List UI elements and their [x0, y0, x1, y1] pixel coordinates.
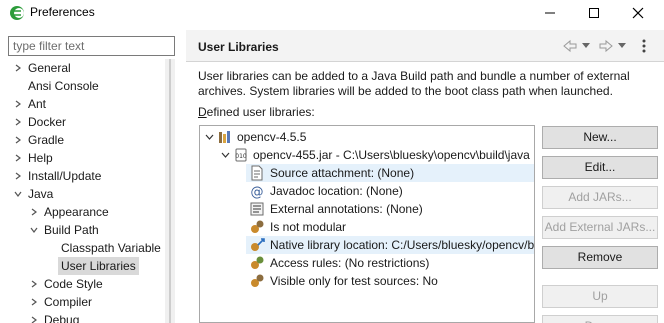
nav-item-label: Appearance — [44, 205, 109, 219]
filter-input[interactable] — [8, 36, 175, 56]
forward-menu-button[interactable] — [618, 37, 626, 55]
nav-item-label: Debug — [44, 313, 80, 323]
chevron-right-icon[interactable] — [12, 149, 24, 167]
user-libraries-tree[interactable]: opencv-4.5.5 010 opencv-455.jar - C:\Use… — [199, 125, 535, 323]
preferences-tree[interactable]: General Ansi Console Ant Docker Gradle H… — [8, 59, 165, 323]
chevron-right-icon[interactable] — [28, 275, 40, 293]
native-library-icon — [251, 238, 265, 251]
close-button[interactable] — [616, 0, 660, 26]
minimize-icon — [545, 12, 555, 14]
svg-text:@: @ — [251, 185, 264, 199]
down-button[interactable]: Down — [542, 315, 658, 323]
close-icon — [632, 7, 644, 19]
dropdown-arrow-icon — [582, 43, 590, 48]
page-header: User Libraries — [186, 30, 664, 62]
attribute-label: Native library location: C:/Users/bluesk… — [270, 238, 535, 252]
edit-button[interactable]: Edit... — [542, 156, 658, 179]
javadoc-icon: @ — [251, 185, 264, 199]
access-rules-icon — [251, 256, 264, 269]
eclipse-app-icon — [10, 6, 24, 20]
attribute-label: External annotations: (None) — [270, 202, 423, 216]
attribute-label: Access rules: (No restrictions) — [270, 256, 430, 270]
chevron-right-icon[interactable] — [28, 311, 40, 323]
chevron-down-icon[interactable] — [221, 151, 230, 159]
library-node-opencv[interactable]: opencv-4.5.5 — [200, 128, 534, 146]
mnemonic-letter: D — [198, 105, 207, 119]
window-title: Preferences — [30, 5, 95, 19]
maximize-button[interactable] — [572, 0, 616, 26]
defined-libraries-label-text: efined user libraries: — [206, 105, 315, 119]
nav-item-label: Classpath Variable — [61, 241, 161, 255]
chevron-right-icon[interactable] — [12, 131, 24, 149]
navigation-scrollbar[interactable] — [165, 59, 175, 323]
annotations-icon — [250, 202, 264, 216]
nav-item-label: Code Style — [44, 277, 103, 291]
attribute-javadoc[interactable]: @ Javadoc location: (None) — [246, 182, 534, 200]
module-icon — [251, 220, 264, 233]
chevron-right-icon[interactable] — [12, 113, 24, 131]
defined-libraries-label: Defined user libraries: — [198, 105, 315, 119]
attribute-native-library[interactable]: Native library location: C:/Users/bluesk… — [246, 236, 535, 254]
chevron-right-icon[interactable] — [12, 95, 24, 113]
nav-item-label: Build Path — [44, 223, 99, 237]
jar-path: opencv-455.jar - C:\Users\bluesky\opencv… — [253, 148, 530, 162]
test-sources-icon — [251, 274, 264, 287]
forward-arrow-icon — [599, 39, 613, 53]
nav-item-label: Compiler — [44, 295, 93, 309]
attribute-label: Visible only for test sources: No — [270, 274, 438, 288]
attribute-source-attachment[interactable]: Source attachment: (None) — [246, 164, 534, 182]
nav-item-label: General — [28, 61, 71, 75]
nav-item-label: Install/Update — [28, 169, 102, 183]
jar-node[interactable]: 010 opencv-455.jar - C:\Users\bluesky\op… — [200, 146, 534, 164]
attribute-label: Javadoc location: (None) — [270, 184, 403, 198]
add-jars-button[interactable]: Add JARs... — [542, 186, 658, 209]
library-name: opencv-4.5.5 — [237, 130, 307, 144]
preference-page: User Libraries User libraries can be add… — [186, 30, 664, 323]
chevron-right-icon[interactable] — [28, 293, 40, 311]
attribute-module[interactable]: Is not modular — [246, 218, 534, 236]
add-external-jars-button[interactable]: Add External JARs... — [542, 216, 658, 239]
page-description: User libraries can be added to a Java Bu… — [198, 69, 630, 98]
up-button[interactable]: Up — [542, 285, 658, 308]
dropdown-arrow-icon — [618, 43, 626, 48]
attribute-label: Is not modular — [270, 220, 347, 234]
maximize-icon — [589, 8, 599, 18]
nav-item-label: Ansi Console — [28, 79, 99, 93]
nav-item-label: Ant — [28, 97, 47, 111]
page-menu-button[interactable] — [638, 37, 650, 55]
jar-icon: 010 — [235, 148, 247, 162]
back-arrow-icon — [563, 39, 577, 53]
back-button[interactable] — [562, 37, 578, 55]
nav-item-label: User Libraries — [58, 257, 139, 275]
chevron-right-icon[interactable] — [28, 203, 40, 221]
nav-item-label: Help — [28, 151, 53, 165]
back-menu-button[interactable] — [582, 37, 590, 55]
attribute-access-rules[interactable]: Access rules: (No restrictions) — [246, 254, 534, 272]
attribute-label: Source attachment: (None) — [270, 166, 415, 180]
chevron-right-icon[interactable] — [12, 167, 24, 185]
svg-text:010: 010 — [235, 153, 247, 160]
nav-item-label: Docker — [28, 115, 67, 129]
source-attachment-icon — [251, 165, 263, 181]
page-title: User Libraries — [198, 40, 279, 54]
chevron-right-icon[interactable] — [12, 59, 24, 77]
kebab-menu-icon — [642, 39, 646, 53]
attribute-external-annotations[interactable]: External annotations: (None) — [246, 200, 534, 218]
new-button[interactable]: New... — [542, 126, 658, 149]
nav-item-label: Java — [28, 187, 54, 201]
nav-item-label: Gradle — [28, 133, 65, 147]
forward-button[interactable] — [598, 37, 614, 55]
preferences-navigation: General Ansi Console Ant Docker Gradle H… — [0, 30, 175, 323]
chevron-down-icon[interactable] — [12, 185, 24, 203]
minimize-button[interactable] — [528, 0, 572, 26]
chevron-down-icon[interactable] — [205, 133, 214, 141]
chevron-down-icon[interactable] — [28, 221, 40, 239]
attribute-test-sources[interactable]: Visible only for test sources: No — [246, 272, 534, 290]
remove-button[interactable]: Remove — [542, 246, 658, 269]
library-icon — [219, 131, 230, 143]
title-bar: Preferences — [0, 0, 664, 26]
